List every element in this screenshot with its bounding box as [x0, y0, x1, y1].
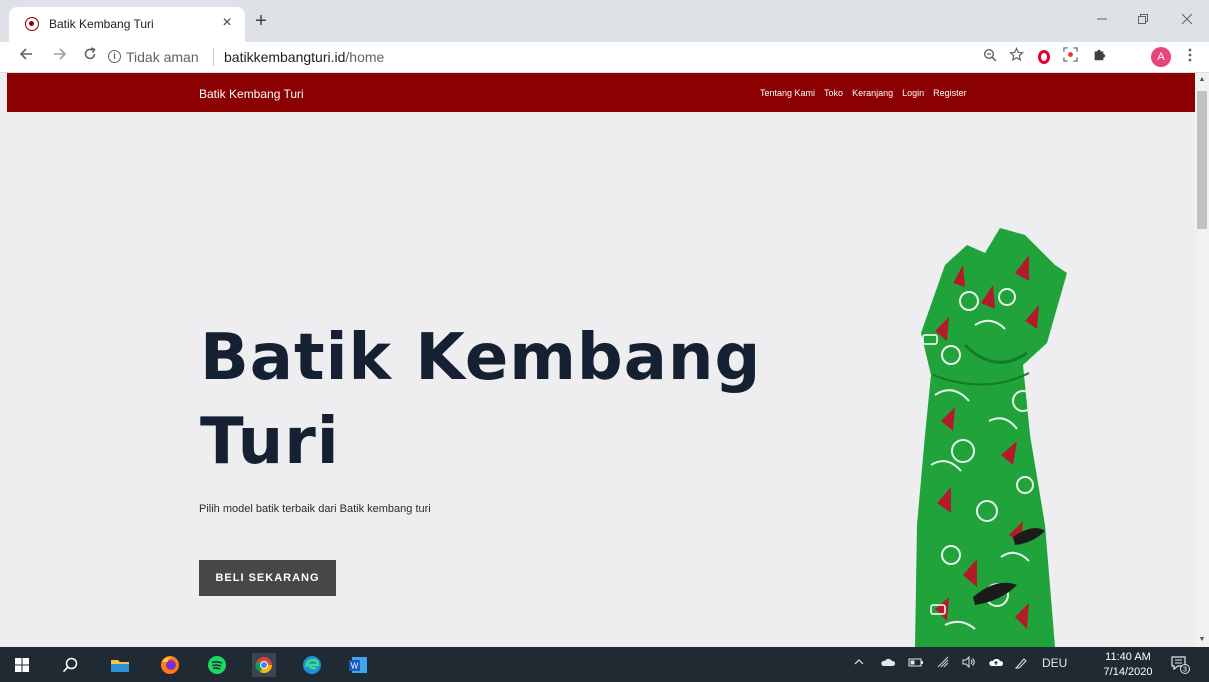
reload-icon[interactable] [78, 45, 102, 69]
address-bar[interactable]: batikkembangturi.id/home [224, 49, 384, 65]
scrollbar-thumb[interactable] [1197, 91, 1207, 229]
browser-menu-icon[interactable] [1179, 46, 1201, 68]
windows-taskbar: W DEU 11:40 AM 7/14/2020 3 [0, 647, 1209, 682]
screen-capture-extension-icon[interactable] [1059, 46, 1081, 68]
firefox-icon[interactable] [158, 653, 182, 677]
nav-link-keranjang[interactable]: Keranjang [852, 88, 893, 98]
buy-now-button[interactable]: BELI SEKARANG [199, 560, 336, 596]
site-navbar: Batik Kembang Turi Tentang Kami Toko Keran… [7, 73, 1195, 112]
nav-link-toko[interactable]: Toko [824, 88, 843, 98]
battery-icon[interactable] [908, 656, 924, 671]
nav-link-register[interactable]: Register [933, 88, 967, 98]
restore-window-icon[interactable] [1128, 8, 1158, 32]
page-scrollbar[interactable]: ▲ ▼ [1195, 73, 1209, 647]
site-brand-link[interactable]: Batik Kembang Turi [199, 87, 304, 101]
wifi-icon[interactable] [936, 656, 950, 671]
windows-start-icon[interactable] [10, 653, 34, 677]
cloud-sync-icon[interactable] [988, 656, 1004, 671]
edge-icon[interactable] [300, 653, 324, 677]
web-page: Batik Kembang Turi Tentang Kami Toko Keran… [0, 73, 1195, 647]
word-icon[interactable]: W [346, 653, 370, 677]
url-separator [213, 48, 214, 66]
batik-dress-image [915, 228, 1067, 647]
tab-title: Batik Kembang Turi [49, 17, 154, 31]
bookmark-star-icon[interactable] [1005, 46, 1027, 68]
volume-icon[interactable] [962, 655, 976, 671]
site-favicon-icon [25, 17, 39, 31]
hero-title: Batik Kembang Turi [200, 321, 762, 479]
onedrive-icon[interactable] [880, 656, 896, 671]
input-language-indicator[interactable]: DEU [1042, 656, 1067, 670]
opera-extension-icon[interactable] [1033, 46, 1055, 68]
show-hidden-icons-icon[interactable] [853, 656, 865, 671]
nav-link-login[interactable]: Login [902, 88, 924, 98]
file-explorer-icon[interactable] [108, 653, 132, 677]
url-host: batikkembangturi.id [224, 49, 346, 65]
system-clock[interactable]: 11:40 AM 7/14/2020 [1098, 650, 1158, 680]
site-info-icon[interactable]: i [108, 50, 121, 63]
minimize-window-icon[interactable] [1087, 8, 1117, 32]
url-path: /home [345, 49, 385, 65]
nav-link-tentang-kami[interactable]: Tentang Kami [760, 88, 815, 98]
search-icon[interactable] [58, 653, 82, 677]
close-window-icon[interactable] [1172, 8, 1202, 32]
clock-time: 11:40 AM [1105, 651, 1151, 663]
svg-text:W: W [351, 662, 359, 671]
scroll-up-arrow-icon[interactable]: ▲ [1195, 73, 1209, 87]
not-secure-label[interactable]: Tidak aman [126, 49, 199, 65]
tab-strip: Batik Kembang Turi × + [0, 0, 1209, 42]
chrome-icon[interactable] [252, 653, 276, 677]
forward-arrow-icon[interactable] [48, 45, 72, 69]
notification-center-icon[interactable]: 3 [1170, 654, 1190, 677]
zoom-icon[interactable] [979, 46, 1001, 68]
profile-avatar[interactable]: A [1151, 47, 1171, 67]
browser-toolbar: i Tidak aman batikkembangturi.id/home [0, 42, 1209, 73]
extensions-puzzle-icon[interactable] [1088, 46, 1110, 68]
tab-close-button[interactable]: × [217, 13, 237, 33]
spotify-icon[interactable] [205, 653, 229, 677]
site-nav-links: Tentang Kami Toko Keranjang Login Register [760, 88, 976, 98]
pen-icon[interactable] [1014, 656, 1028, 673]
clock-date: 7/14/2020 [1103, 666, 1153, 678]
back-arrow-icon[interactable] [14, 45, 38, 69]
new-tab-button[interactable]: + [250, 10, 272, 32]
browser-tab[interactable]: Batik Kembang Turi × [9, 7, 245, 42]
screen: Batik Kembang Turi × + i Tidak aman bati… [0, 0, 1209, 682]
scroll-down-arrow-icon[interactable]: ▼ [1195, 633, 1209, 647]
notification-count: 3 [1183, 667, 1187, 674]
hero-subtitle: Pilih model batik terbaik dari Batik kem… [199, 503, 431, 515]
